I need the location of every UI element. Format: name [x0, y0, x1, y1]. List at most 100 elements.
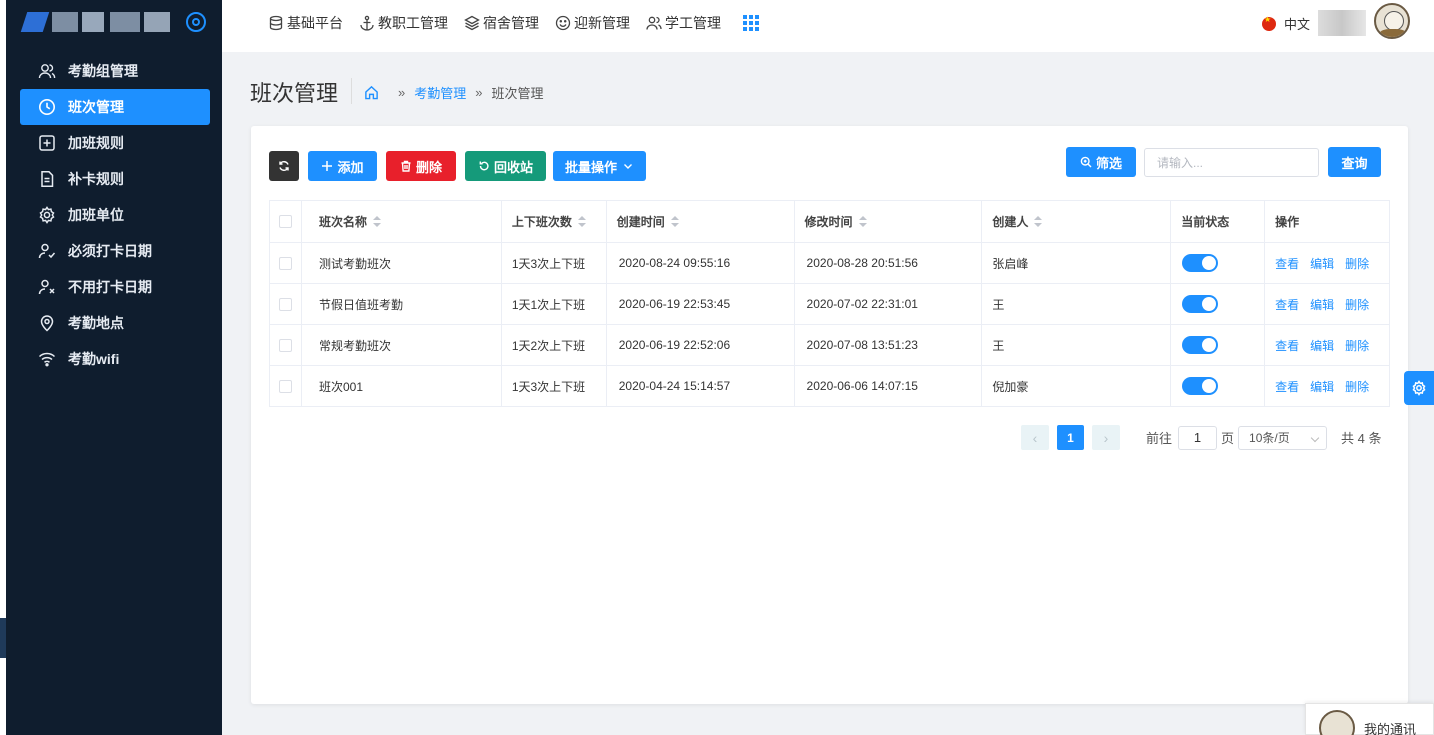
home-icon[interactable] — [364, 85, 379, 100]
sort-icon[interactable] — [858, 215, 867, 228]
table-row: 常规考勤班次 1天2次上下班 2020-06-19 22:52:06 2020-… — [270, 325, 1391, 366]
delete-link[interactable]: 删除 — [1345, 296, 1369, 313]
batch-actions-button[interactable]: 批量操作 — [553, 151, 646, 181]
china-flag-icon — [1262, 15, 1276, 31]
cell-creator: 王 — [982, 284, 1172, 324]
cell-times: 1天3次上下班 — [502, 243, 607, 283]
cell-modified: 2020-08-28 20:51:56 — [795, 243, 983, 283]
add-button[interactable]: 添加 — [308, 151, 377, 181]
status-toggle[interactable] — [1182, 377, 1219, 395]
topnav-welcome-management[interactable]: 迎新管理 — [555, 13, 630, 33]
topnav-basic-platform[interactable]: 基础平台 — [268, 13, 343, 33]
row-checkbox[interactable] — [279, 379, 292, 393]
recycle-bin-button[interactable]: 回收站 — [465, 151, 546, 181]
row-checkbox-cell — [270, 325, 302, 365]
row-checkbox[interactable] — [279, 338, 292, 352]
status-toggle[interactable] — [1182, 336, 1219, 354]
plus-icon — [322, 161, 333, 171]
clock-icon — [38, 98, 56, 116]
sort-icon[interactable] — [373, 215, 381, 228]
edit-link[interactable]: 编辑 — [1310, 378, 1334, 395]
status-toggle[interactable] — [1182, 254, 1219, 272]
topnav-label: 迎新管理 — [574, 15, 630, 31]
header-times[interactable]: 上下班次数 — [502, 201, 607, 242]
cell-creator: 张启峰 — [982, 243, 1172, 283]
apps-grid-icon[interactable] — [743, 15, 759, 31]
sort-icon[interactable] — [670, 215, 679, 228]
cell-status — [1171, 284, 1266, 324]
topnav-student-affairs[interactable]: 学工管理 — [646, 13, 721, 33]
sidebar-collapse-icon[interactable] — [186, 12, 206, 32]
language-label: 中文 — [1284, 17, 1311, 32]
status-toggle[interactable] — [1182, 295, 1219, 313]
page-size-select[interactable]: 10条/页 — [1238, 425, 1328, 450]
sidebar-item-makeup-rules[interactable]: 补卡规则 — [20, 161, 210, 197]
cell-created: 2020-06-19 22:52:06 — [607, 325, 795, 365]
edit-link[interactable]: 编辑 — [1310, 255, 1334, 272]
top-bar: 基础平台 教职工管理 宿舍管理 迎新管理 学工管理 中文 — [222, 0, 1434, 52]
row-checkbox[interactable] — [279, 256, 292, 270]
topnav-dorm-management[interactable]: 宿舍管理 — [464, 13, 539, 33]
prev-page-button[interactable]: ‹ — [1021, 425, 1049, 450]
sidebar-item-attendance-group[interactable]: 考勤组管理 — [20, 53, 210, 89]
header-label: 操作 — [1275, 215, 1300, 229]
cell-actions: 查看 编辑 删除 — [1265, 243, 1391, 283]
header-name[interactable]: 班次名称 — [302, 201, 502, 242]
delete-link[interactable]: 删除 — [1345, 378, 1369, 395]
title-divider — [351, 78, 352, 104]
sidebar-item-overtime-unit[interactable]: 加班单位 — [20, 197, 210, 233]
breadcrumb-section[interactable]: 考勤管理 — [414, 83, 466, 102]
sidebar-item-location[interactable]: 考勤地点 — [20, 305, 210, 341]
filter-button[interactable]: 筛选 — [1066, 147, 1136, 177]
delete-button[interactable]: 删除 — [386, 151, 456, 181]
contact-avatar — [1319, 710, 1355, 735]
goto-page-input[interactable] — [1178, 425, 1218, 450]
sidebar-menu: 考勤组管理 班次管理 加班规则 补卡规则 加班单位 必须打卡日期 不用打卡日期 … — [20, 53, 210, 377]
contacts-widget[interactable]: 我的通讯 — [1305, 703, 1434, 735]
next-page-button[interactable]: › — [1092, 425, 1120, 450]
view-link[interactable]: 查看 — [1275, 378, 1299, 395]
user-name-blurred[interactable] — [1318, 10, 1366, 36]
page-number-current[interactable]: 1 — [1057, 425, 1084, 450]
page-title: 班次管理 — [250, 81, 339, 106]
view-link[interactable]: 查看 — [1275, 337, 1299, 354]
sort-icon[interactable] — [1034, 215, 1043, 228]
query-button[interactable]: 查询 — [1328, 147, 1381, 177]
row-checkbox[interactable] — [279, 297, 292, 311]
sidebar-item-exempt-dates[interactable]: 不用打卡日期 — [20, 269, 210, 305]
row-checkbox-cell — [270, 284, 302, 324]
cell-modified: 2020-07-02 22:31:01 — [795, 284, 983, 324]
edit-link[interactable]: 编辑 — [1310, 337, 1334, 354]
header-created[interactable]: 创建时间 — [607, 201, 795, 242]
header-modified[interactable]: 修改时间 — [795, 201, 983, 242]
sidebar-item-wifi[interactable]: 考勤wifi — [20, 341, 210, 377]
view-link[interactable]: 查看 — [1275, 296, 1299, 313]
refresh-button[interactable] — [269, 151, 299, 181]
user-check-icon — [38, 242, 56, 260]
delete-link[interactable]: 删除 — [1345, 337, 1369, 354]
filter-button-label: 筛选 — [1095, 155, 1122, 171]
search-input[interactable] — [1144, 148, 1319, 177]
sidebar-item-shift[interactable]: 班次管理 — [20, 89, 210, 125]
topnav-label: 教职工管理 — [378, 15, 448, 31]
edit-link[interactable]: 编辑 — [1310, 296, 1334, 313]
delete-link[interactable]: 删除 — [1345, 255, 1369, 272]
floating-settings-button[interactable] — [1404, 371, 1434, 405]
header-creator[interactable]: 创建人 — [982, 201, 1172, 242]
select-all-checkbox[interactable] — [279, 215, 292, 228]
sidebar-item-label: 必须打卡日期 — [68, 243, 152, 259]
view-link[interactable]: 查看 — [1275, 255, 1299, 272]
table-row: 节假日值班考勤 1天1次上下班 2020-06-19 22:53:45 2020… — [270, 284, 1391, 325]
cell-times: 1天3次上下班 — [502, 366, 607, 406]
language-switcher[interactable]: 中文 — [1262, 14, 1310, 33]
topnav-staff-management[interactable]: 教职工管理 — [359, 13, 448, 33]
user-avatar[interactable] — [1374, 3, 1410, 39]
sidebar-item-overtime-rules[interactable]: 加班规则 — [20, 125, 210, 161]
topnav-label: 宿舍管理 — [483, 15, 539, 31]
sidebar-item-required-dates[interactable]: 必须打卡日期 — [20, 233, 210, 269]
sort-icon[interactable] — [577, 215, 586, 228]
cell-name: 班次001 — [302, 366, 502, 406]
smile-icon — [555, 15, 571, 31]
users-icon — [38, 62, 56, 80]
trash-icon — [401, 160, 411, 172]
